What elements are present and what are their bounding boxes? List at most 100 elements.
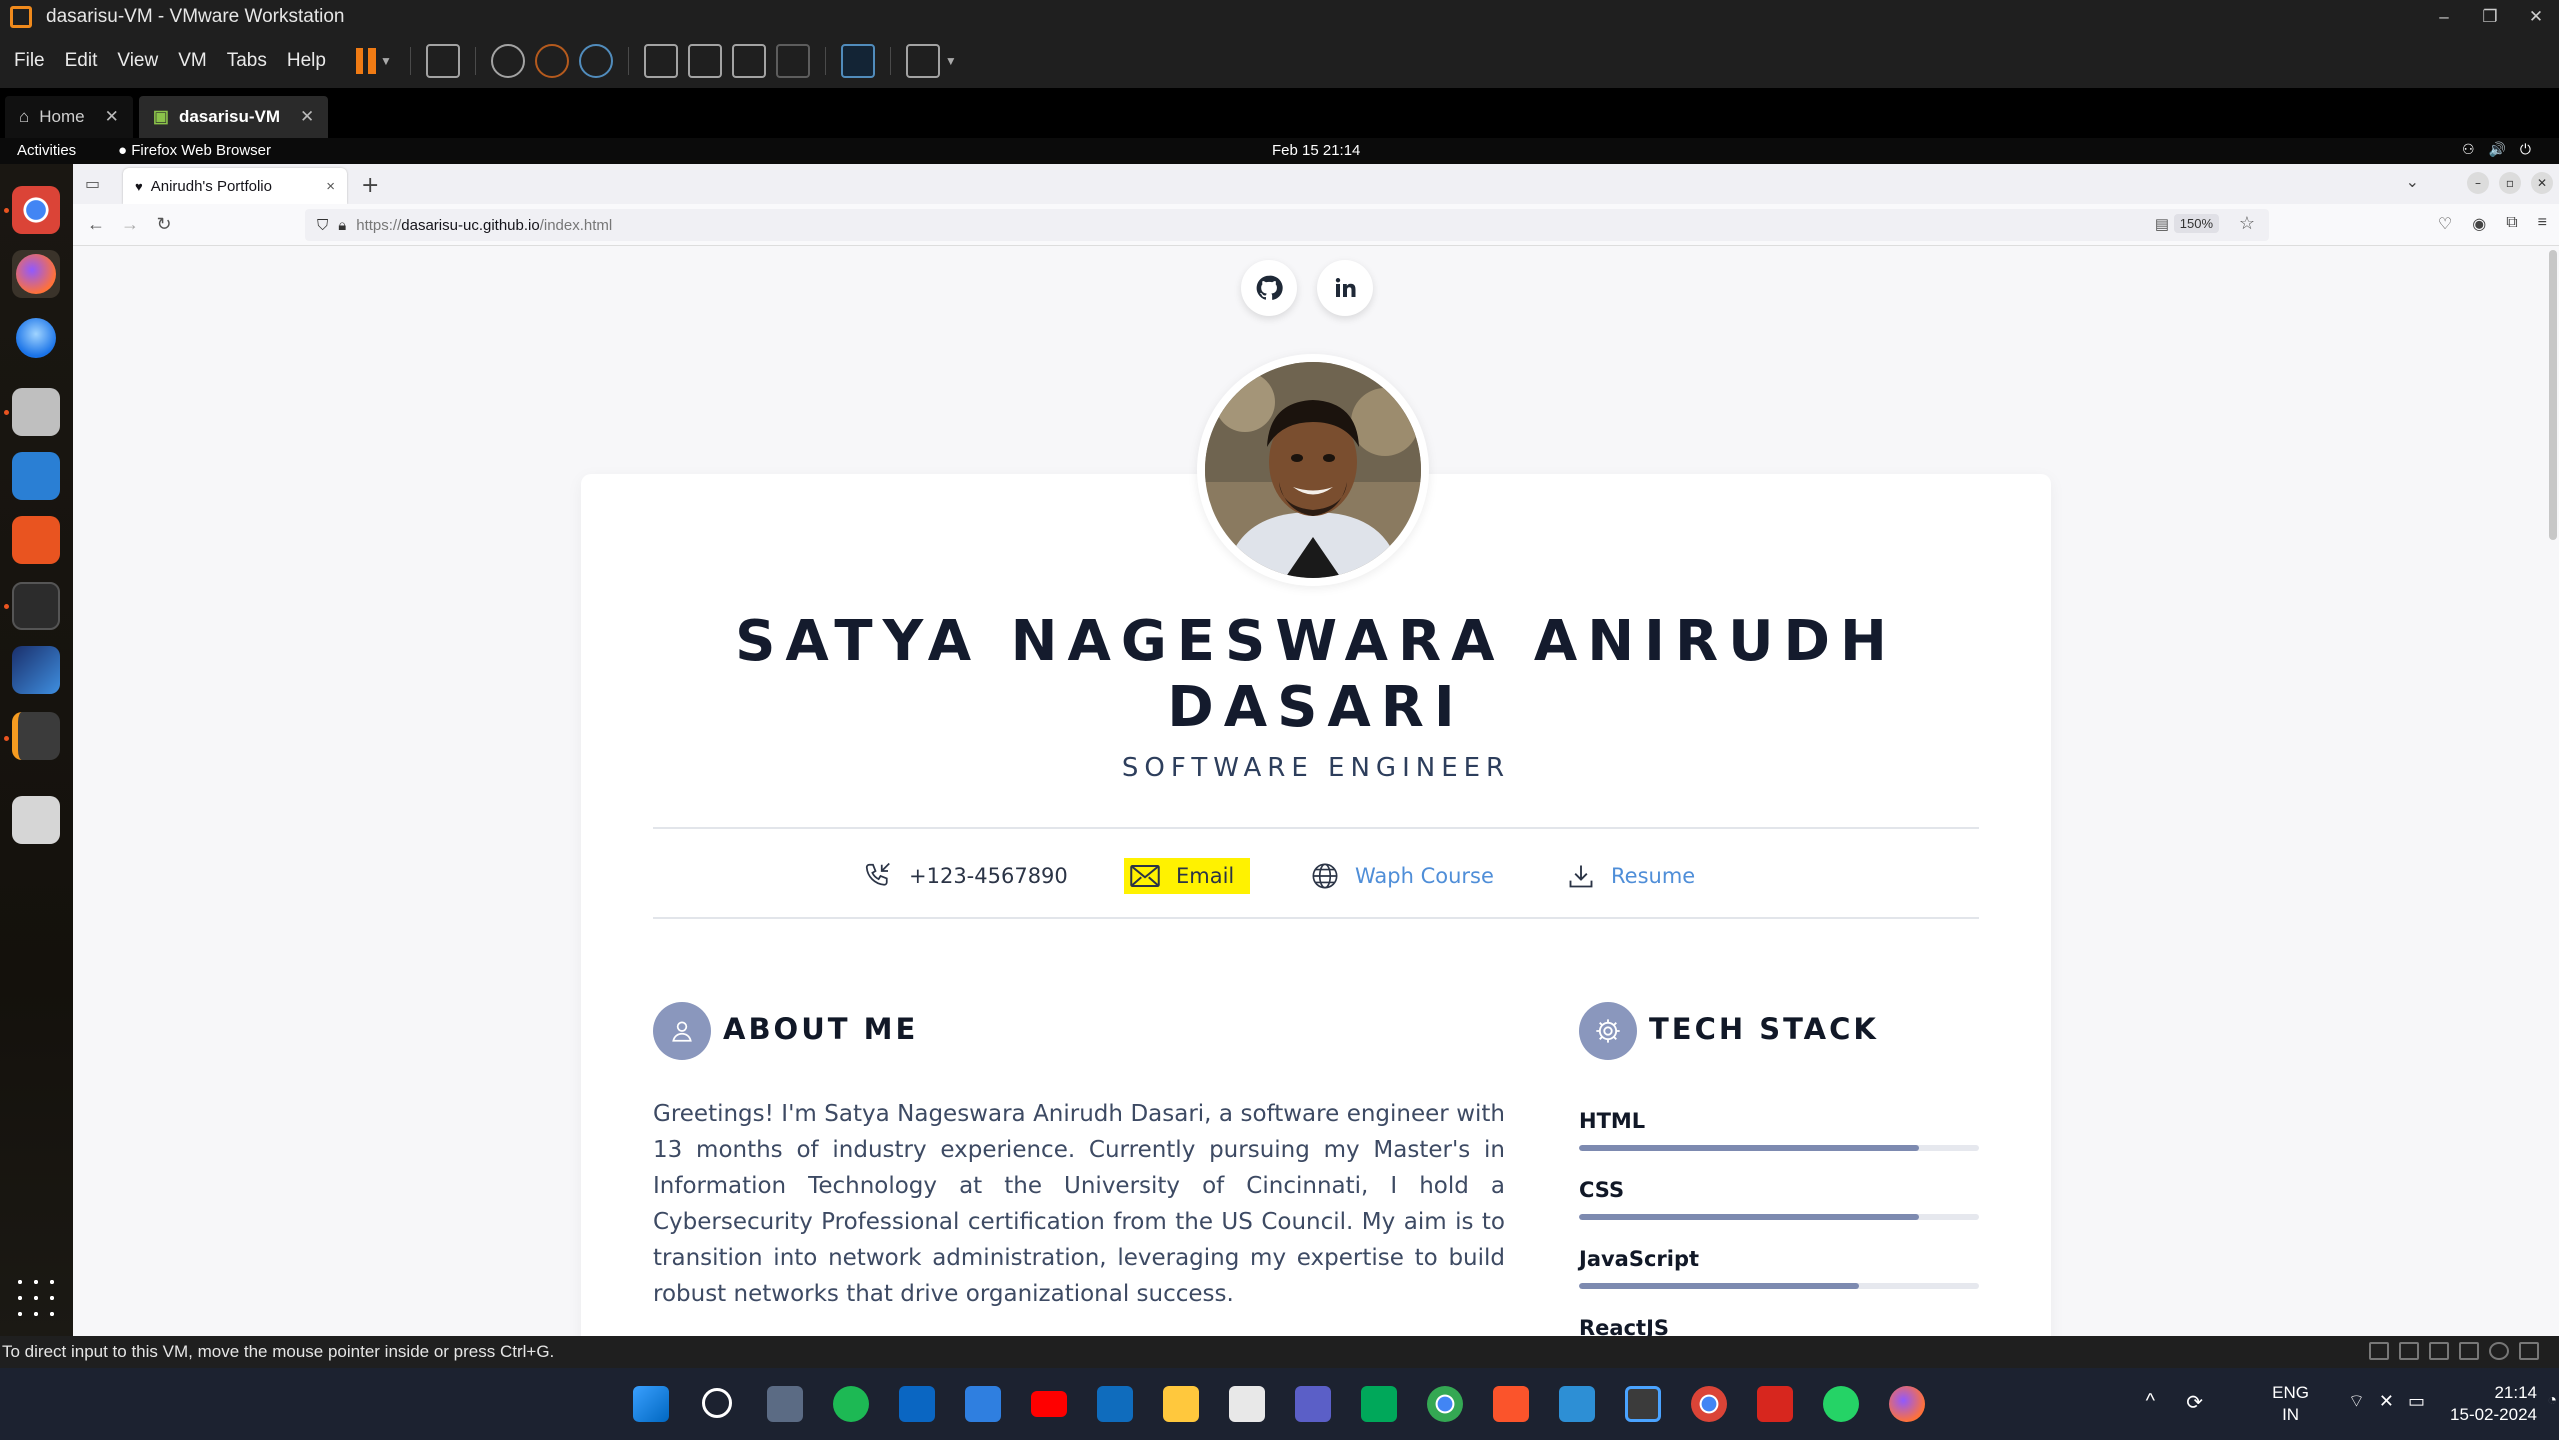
restore-button[interactable]: ❐ bbox=[2467, 0, 2513, 34]
youtube-icon[interactable] bbox=[1031, 1391, 1067, 1417]
email-link[interactable]: Email bbox=[1124, 858, 1251, 894]
tab-home[interactable]: ⌂ Home ✕ bbox=[5, 96, 133, 138]
message-log-icon[interactable] bbox=[2519, 1342, 2539, 1360]
trash-icon[interactable] bbox=[12, 796, 60, 844]
menu-view[interactable]: View bbox=[107, 50, 168, 72]
menu-edit[interactable]: Edit bbox=[55, 50, 108, 72]
github-link[interactable] bbox=[1241, 260, 1297, 316]
teams-icon[interactable] bbox=[1295, 1386, 1331, 1422]
stretch-guest-icon[interactable] bbox=[905, 44, 940, 78]
unity-icon[interactable] bbox=[775, 44, 810, 78]
console-view-icon[interactable] bbox=[840, 44, 875, 78]
hamburger-menu-icon[interactable]: ≡ bbox=[2538, 214, 2547, 234]
pocket-icon[interactable]: ♡ bbox=[2438, 214, 2452, 234]
ff-close-button[interactable]: ✕ bbox=[2531, 172, 2553, 194]
extensions-icon[interactable]: ⧉ bbox=[2506, 214, 2517, 234]
account-icon[interactable]: ◉ bbox=[2472, 214, 2486, 234]
menu-file[interactable]: File bbox=[0, 50, 55, 72]
outlook-icon[interactable] bbox=[1097, 1386, 1133, 1422]
show-hidden-icons-icon[interactable]: ^ bbox=[2146, 1390, 2155, 1413]
sound-card-icon[interactable] bbox=[2459, 1342, 2479, 1360]
app-menu[interactable]: ● Firefox Web Browser bbox=[118, 142, 271, 159]
snapshot-icon[interactable] bbox=[490, 44, 525, 78]
list-all-tabs-icon[interactable]: ⌄ bbox=[2406, 172, 2419, 191]
thumbnail-bar-icon[interactable] bbox=[687, 44, 722, 78]
new-tab-button[interactable]: + bbox=[361, 173, 379, 198]
vmware-taskbar-icon[interactable] bbox=[1625, 1386, 1661, 1422]
ff-maximize-button[interactable]: ▫ bbox=[2499, 172, 2521, 194]
sublime-text-icon[interactable] bbox=[12, 712, 60, 760]
notification-bell-icon[interactable]: ◔ bbox=[2547, 1392, 2557, 1410]
search-icon[interactable] bbox=[702, 1388, 732, 1418]
whatsapp-icon[interactable] bbox=[1823, 1386, 1859, 1422]
minimize-button[interactable]: – bbox=[2421, 0, 2467, 34]
chrome-icon[interactable] bbox=[12, 186, 60, 234]
files-icon[interactable] bbox=[12, 388, 60, 436]
start-icon[interactable] bbox=[633, 1386, 669, 1422]
gnome-clock[interactable]: Feb 15 21:14 bbox=[1272, 142, 1360, 159]
menu-tabs[interactable]: Tabs bbox=[217, 50, 277, 72]
system-menu-icon[interactable]: ⚇🔊⏻ bbox=[2462, 141, 2545, 158]
libreoffice-writer-icon[interactable] bbox=[12, 452, 60, 500]
forward-icon[interactable]: → bbox=[113, 214, 147, 235]
browser-tab[interactable]: ♥ Anirudh's Portfolio × bbox=[123, 168, 347, 204]
back-icon[interactable]: ← bbox=[79, 214, 113, 235]
app-center-icon[interactable] bbox=[12, 516, 60, 564]
menu-help[interactable]: Help bbox=[277, 50, 336, 72]
reload-icon[interactable]: ↻ bbox=[147, 214, 181, 235]
hard-disk-icon[interactable] bbox=[2369, 1342, 2389, 1360]
send-ctrl-alt-del-icon[interactable] bbox=[425, 44, 460, 78]
linkedin-link[interactable] bbox=[1317, 260, 1373, 316]
tab-vm[interactable]: ▣ dasarisu-VM ✕ bbox=[138, 96, 329, 138]
network-adapter-icon[interactable] bbox=[2399, 1342, 2419, 1360]
pause-icon[interactable] bbox=[355, 48, 376, 74]
tracking-shield-icon[interactable]: ⛉ bbox=[317, 217, 328, 234]
activities-button[interactable]: Activities bbox=[17, 142, 76, 159]
reader-view-icon[interactable]: ▤ bbox=[2155, 215, 2169, 233]
mail-icon[interactable] bbox=[965, 1386, 1001, 1422]
snapshot-manager-icon[interactable] bbox=[578, 44, 613, 78]
stretch-dropdown-icon[interactable]: ▼ bbox=[945, 54, 957, 68]
thunderbird-icon[interactable] bbox=[16, 318, 56, 358]
wireshark-icon[interactable] bbox=[12, 646, 60, 694]
acrobat-icon[interactable] bbox=[1757, 1386, 1793, 1422]
ff-minimize-button[interactable]: – bbox=[2467, 172, 2489, 194]
taskbar-clock[interactable]: 21:14 15-02-2024 bbox=[2450, 1382, 2537, 1426]
menu-vm[interactable]: VM bbox=[168, 50, 217, 72]
library-icon[interactable] bbox=[643, 44, 678, 78]
page-scrollbar[interactable] bbox=[2549, 250, 2557, 540]
sync-icon[interactable]: ⟳ bbox=[2186, 1390, 2203, 1415]
file-explorer-icon[interactable] bbox=[1163, 1386, 1199, 1422]
chrome-profile-icon[interactable] bbox=[1691, 1386, 1727, 1422]
course-link[interactable]: Waph Course bbox=[1311, 858, 1494, 894]
close-tab-icon[interactable]: ✕ bbox=[300, 107, 314, 127]
bookmark-star-icon[interactable]: ☆ bbox=[2239, 213, 2255, 234]
vscode-icon[interactable] bbox=[1559, 1386, 1595, 1422]
firefox-icon[interactable] bbox=[16, 254, 56, 294]
wifi-volume-battery-icons[interactable]: ⌔✕▭ bbox=[2348, 1390, 2439, 1413]
linkedin-app-icon[interactable] bbox=[899, 1386, 935, 1422]
printer-icon[interactable] bbox=[2429, 1342, 2449, 1360]
pause-dropdown-icon[interactable]: ▼ bbox=[380, 54, 392, 68]
close-tab-icon[interactable]: ✕ bbox=[105, 107, 119, 127]
brave-icon[interactable] bbox=[1493, 1386, 1529, 1422]
lock-icon[interactable]: 🔒︎ bbox=[338, 217, 346, 234]
terminal-icon[interactable] bbox=[12, 582, 60, 630]
calculator-icon[interactable] bbox=[767, 1386, 803, 1422]
spotify-icon[interactable] bbox=[833, 1386, 869, 1422]
meet-icon[interactable] bbox=[1361, 1386, 1397, 1422]
resume-link[interactable]: Resume bbox=[1567, 858, 1695, 894]
zoom-indicator[interactable]: 150% bbox=[2173, 214, 2219, 233]
show-apps-icon[interactable] bbox=[12, 1274, 60, 1322]
firefox-taskbar-icon[interactable] bbox=[1889, 1386, 1925, 1422]
url-bar[interactable]: ⛉ 🔒︎ https://dasarisu-uc.github.io/index… bbox=[305, 209, 2269, 241]
close-tab-icon[interactable]: × bbox=[326, 178, 335, 195]
close-button[interactable]: ✕ bbox=[2513, 0, 2559, 34]
language-indicator[interactable]: ENG IN bbox=[2272, 1382, 2309, 1426]
full-screen-icon[interactable] bbox=[731, 44, 766, 78]
chrome-taskbar-icon[interactable] bbox=[1427, 1386, 1463, 1422]
uc-app-icon[interactable] bbox=[1229, 1386, 1265, 1422]
firefox-view-icon[interactable]: ▭ bbox=[85, 174, 100, 193]
revert-snapshot-icon[interactable] bbox=[534, 44, 569, 78]
usb-icon[interactable] bbox=[2489, 1342, 2509, 1360]
